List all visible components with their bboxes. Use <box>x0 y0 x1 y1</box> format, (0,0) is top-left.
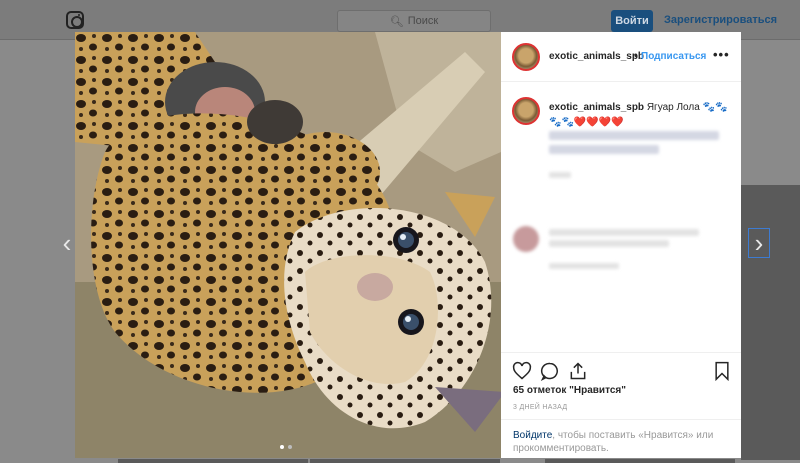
blurred-comment-line <box>549 240 669 247</box>
carousel-dot <box>288 445 292 449</box>
signup-link[interactable]: Зарегистрироваться <box>664 14 777 26</box>
blurred-comment-line <box>549 229 699 236</box>
background-feed-image <box>118 459 308 463</box>
comments-section: exotic_animals_spb Ягуар Лола 🐾🐾 🐾🐾❤️❤️❤… <box>501 83 741 353</box>
more-options-icon[interactable]: ••• <box>713 47 730 62</box>
background-feed-image <box>545 459 735 463</box>
heart-icon[interactable] <box>512 361 532 381</box>
jaguar-cub-image <box>75 32 501 458</box>
search-icon: 🔍︎ <box>389 15 404 28</box>
follow-button[interactable]: Подписаться <box>641 51 706 62</box>
blurred-commenter-avatar <box>513 226 539 252</box>
author-username[interactable]: exotic_animals_spb <box>549 51 644 62</box>
author-avatar[interactable] <box>512 43 540 71</box>
blurred-caption-line <box>549 131 719 140</box>
post-caption: exotic_animals_spb Ягуар Лола 🐾🐾 🐾🐾❤️❤️❤… <box>549 100 735 130</box>
blurred-caption-line <box>549 145 659 154</box>
blurred-comment-meta <box>549 263 619 269</box>
login-link[interactable]: Войдите <box>513 430 552 441</box>
post-photo: › <box>75 32 501 458</box>
blurred-timestamp <box>549 172 571 178</box>
post-actions: 65 отметок "Нравится" 3 ДНЕЙ НАЗАД Войди… <box>501 352 741 458</box>
carousel-dot <box>280 445 284 449</box>
post-header: exotic_animals_spb • Подписаться ••• <box>501 32 741 82</box>
caption-text: Ягуар Лола 🐾🐾 <box>646 102 728 113</box>
login-button[interactable]: Войти <box>611 10 653 32</box>
background-feed-image <box>310 459 500 463</box>
next-post-arrow-icon[interactable]: › <box>748 228 770 258</box>
post-details-panel: exotic_animals_spb • Подписаться ••• exo… <box>501 32 741 458</box>
bookmark-icon[interactable] <box>712 361 732 381</box>
caption-author-avatar[interactable] <box>512 97 540 125</box>
search-placeholder: Поиск <box>407 15 439 27</box>
carousel-indicator <box>280 445 292 449</box>
post-timestamp: 3 ДНЕЙ НАЗАД <box>513 404 568 411</box>
instagram-logo-icon[interactable] <box>66 11 84 29</box>
comment-icon[interactable] <box>540 361 560 381</box>
share-icon[interactable] <box>568 361 588 381</box>
caption-username[interactable]: exotic_animals_spb <box>549 102 644 113</box>
background-feed-image <box>741 185 800 460</box>
search-input[interactable]: 🔍︎ Поиск <box>337 10 491 32</box>
caption-emojis: 🐾🐾❤️❤️❤️❤️ <box>549 117 624 128</box>
separator-dot: • <box>634 51 638 62</box>
login-prompt: Войдите, чтобы поставить «Нравится» или … <box>501 419 741 459</box>
likes-count[interactable]: 65 отметок "Нравится" <box>513 385 626 396</box>
